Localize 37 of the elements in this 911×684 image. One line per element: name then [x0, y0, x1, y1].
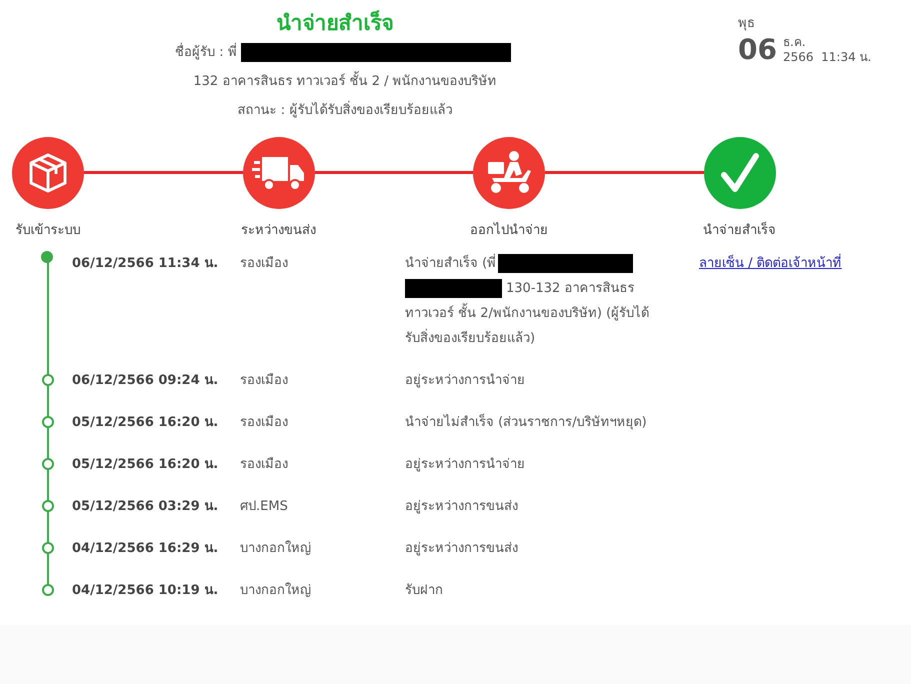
recipient-address: 132 อาคารสินธร ทาวเวอร์ ชั้น 2 / พนักงานของบริษัท [193, 67, 497, 96]
event-description: รับสิ่งของเรียบร้อยแล้ว) [405, 326, 536, 351]
event-description: 130-132 อาคารสินธร [506, 280, 634, 298]
event-datetime: 06/12/2566 09:24 น. [72, 372, 220, 390]
year-time: 2566 11:34 น. [782, 50, 872, 64]
signature-contact-link[interactable]: ลายเซ็น / ติดต่อเจ้าหน้าที่ [699, 256, 842, 271]
status-title: นำจ่ายสำเร็จ [276, 9, 394, 37]
step-label: นำจ่ายสำเร็จ [703, 220, 776, 240]
event-description: อยู่ระหว่างการขนส่ง [405, 498, 518, 516]
event-datetime: 05/12/2566 03:29 น. [72, 498, 220, 516]
event-location: รองเมือง [240, 414, 289, 432]
event-datetime: 04/12/2566 10:19 น. [72, 582, 220, 600]
weekday: พุธ [738, 15, 756, 33]
event-datetime: 05/12/2566 16:20 น. [72, 414, 220, 432]
event-description: อยู่ระหว่างการนำจ่าย [405, 372, 525, 390]
event-location: บางกอกใหญ่ [240, 540, 312, 558]
day-number: 06 [738, 33, 777, 66]
month: ธ.ค. [782, 34, 807, 50]
event-description: ทาวเวอร์ ชั้น 2/พนักงานของบริษัท) (ผู้รับได้ [405, 301, 650, 326]
event-location: ศป.EMS [240, 498, 289, 516]
recipient-label: ชื่อผู้รับ : พี่ [175, 38, 237, 67]
event-datetime: 05/12/2566 16:20 น. [72, 456, 220, 474]
event-description: นำจ่ายไม่สำเร็จ (ส่วนราชการ/บริษัทฯหยุด) [405, 412, 647, 432]
event-description: รับฝาก [405, 582, 443, 600]
event-location: รองเมือง [240, 456, 289, 474]
event-datetime: 06/12/2566 11:34 น. [72, 255, 220, 273]
event-location: รองเมือง [240, 372, 289, 390]
event-description: อยู่ระหว่างการนำจ่าย [405, 456, 525, 474]
step-label: ออกไปนำจ่าย [470, 221, 548, 240]
step-label: รับเข้าระบบ [16, 222, 80, 240]
step-label: ระหว่างขนส่ง [241, 222, 316, 240]
event-description: อยู่ระหว่างการขนส่ง [405, 540, 518, 558]
event-location: รองเมือง [240, 255, 289, 273]
event-description: นำจ่ายสำเร็จ (พี่ [405, 251, 496, 276]
event-location: บางกอกใหญ่ [240, 582, 312, 600]
event-datetime: 04/12/2566 16:29 น. [72, 540, 220, 558]
delivery-status: สถานะ : ผู้รับได้รับสิ่งของเรียบร้อยแล้ว [238, 96, 452, 125]
